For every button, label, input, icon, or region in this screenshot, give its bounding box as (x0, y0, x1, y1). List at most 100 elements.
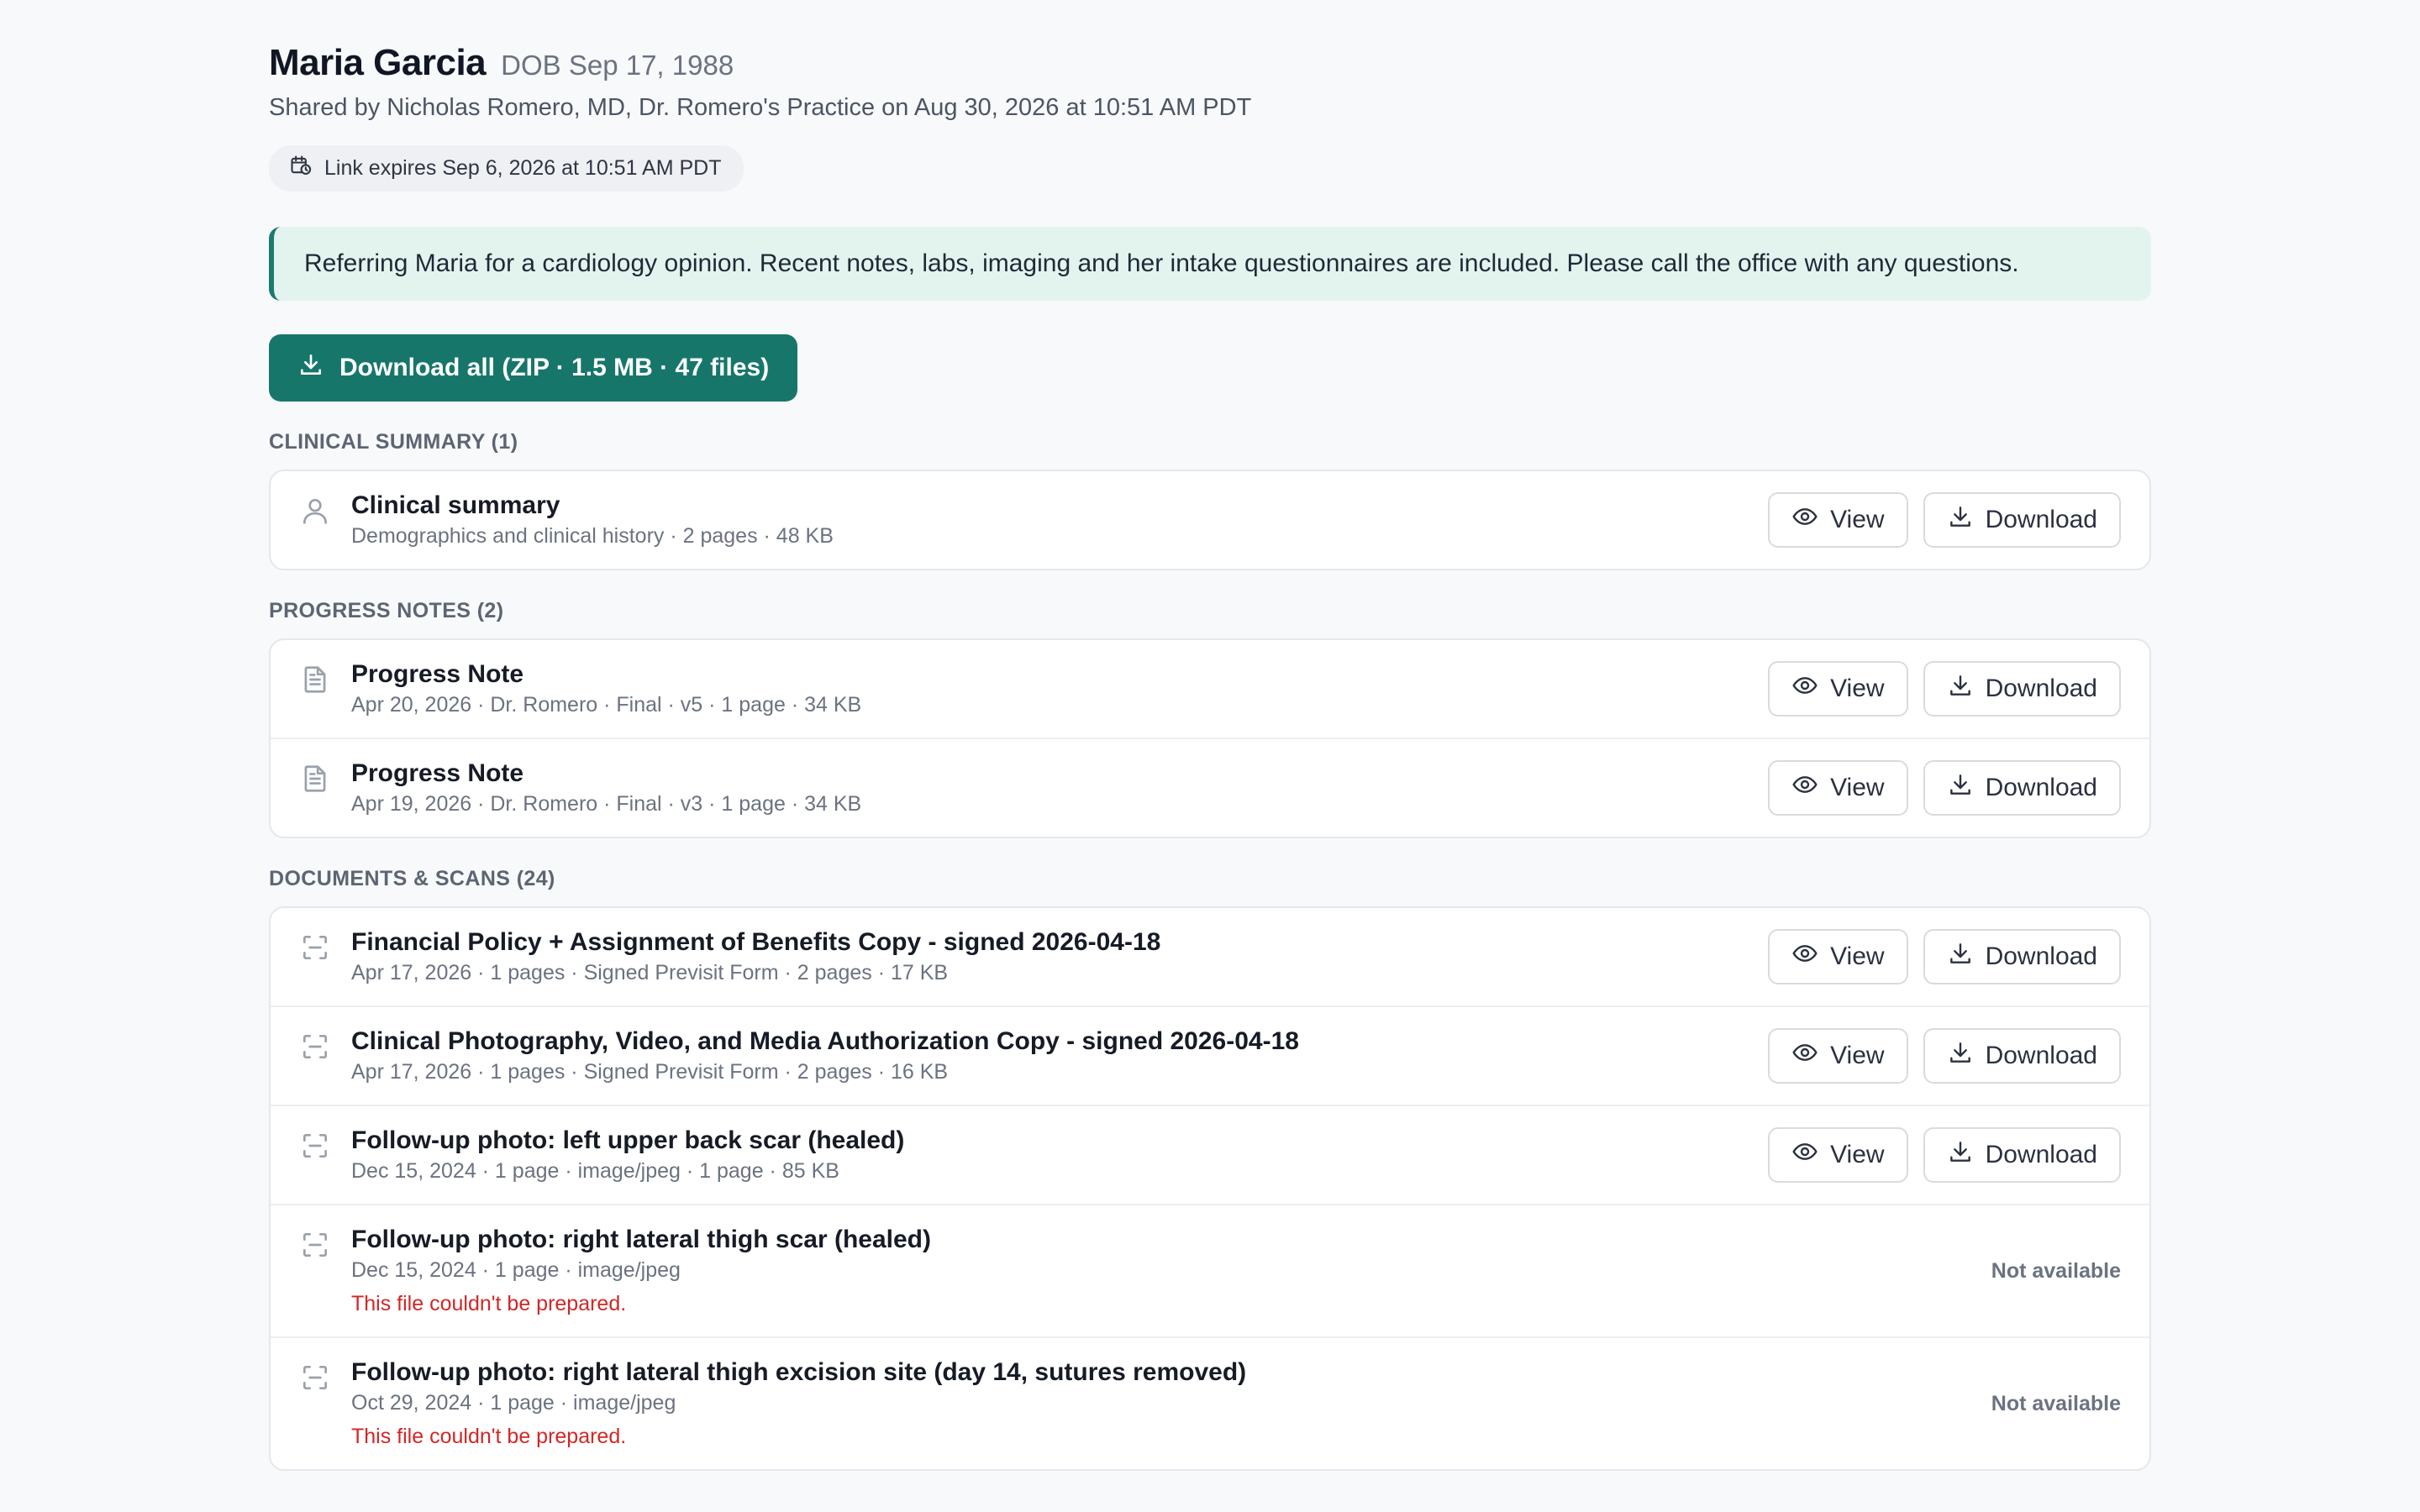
file-row: Financial Policy + Assignment of Benefit… (271, 908, 2149, 1005)
download-button[interactable]: Download (1923, 661, 2121, 717)
file-title: Follow-up photo: right lateral thigh sca… (351, 1226, 931, 1253)
download-all-button[interactable]: Download all (ZIP · 1.5 MB · 47 files) (269, 334, 798, 402)
file-info: Financial Policy + Assignment of Benefit… (351, 927, 1768, 987)
eye-icon (1791, 1138, 1818, 1172)
download-button[interactable]: Download (1923, 929, 2121, 984)
file-actions: View Download (1768, 1127, 2121, 1183)
referral-note: Referring Maria for a cardiology opinion… (269, 227, 2151, 301)
file-title: Clinical Photography, Video, and Media A… (351, 1027, 1299, 1055)
download-icon (1947, 771, 1974, 805)
file-actions: View Download (1768, 929, 2121, 984)
not-available-label: Not available (1991, 1391, 2121, 1415)
file-row: Clinical Photography, Video, and Media A… (271, 1005, 2149, 1105)
patient-dob: DOB Sep 17, 1988 (501, 50, 734, 81)
shared-by-text: Shared by Nicholas Romero, MD, Dr. Romer… (269, 94, 1252, 121)
download-icon (1947, 1138, 1974, 1172)
file-row: Progress Note Apr 20, 2026 · Dr. Romero ·… (271, 640, 2149, 738)
view-button[interactable]: View (1768, 929, 1908, 984)
scan-icon (299, 1362, 331, 1394)
file-title: Progress Note (351, 660, 524, 688)
download-label: Download (1985, 1141, 2097, 1168)
view-button[interactable]: View (1768, 1127, 1908, 1183)
calendar-clock-icon (289, 154, 313, 183)
file-row: Progress Note Apr 19, 2026 · Dr. Romero ·… (271, 738, 2149, 837)
file-title: Follow-up photo: left upper back scar (h… (351, 1126, 905, 1154)
view-label: View (1830, 506, 1885, 533)
link-expiry-badge: Link expires Sep 6, 2026 at 10:51 AM PDT (269, 145, 744, 192)
file-meta: Demographics and clinical history · 2 pa… (351, 524, 834, 548)
file-title: Clinical summary (351, 491, 560, 519)
file-actions: View Download (1768, 1028, 2121, 1084)
file-info: Progress Note Apr 20, 2026 · Dr. Romero ·… (351, 659, 1768, 719)
link-expiry-text: Link expires Sep 6, 2026 at 10:51 AM PDT (324, 156, 722, 180)
download-icon (1947, 672, 1974, 706)
file-actions: View Download (1768, 661, 2121, 717)
file-actions: View Download (1768, 492, 2121, 548)
download-label: Download (1985, 942, 2097, 970)
scan-icon (299, 1130, 331, 1162)
file-info: Progress Note Apr 19, 2026 · Dr. Romero ·… (351, 758, 1768, 818)
view-label: View (1830, 675, 1885, 702)
download-button[interactable]: Download (1923, 1127, 2121, 1183)
download-icon (1947, 940, 1974, 974)
file-meta: Apr 20, 2026 · Dr. Romero · Final · v5 ·… (351, 693, 862, 717)
section-heading: DOCUMENTS & SCANS (24) (269, 867, 555, 890)
download-label: Download (1985, 774, 2097, 801)
download-button[interactable]: Download (1923, 760, 2121, 816)
scan-icon (299, 1229, 331, 1261)
eye-icon (1791, 1039, 1818, 1073)
file-sections: CLINICAL SUMMARY (1) Clinical summary Demo… (269, 430, 2151, 1471)
file-meta: Apr 19, 2026 · Dr. Romero · Final · v3 ·… (351, 792, 862, 816)
file-title: Progress Note (351, 759, 524, 787)
section-heading: CLINICAL SUMMARY (1) (269, 430, 518, 454)
download-icon (1947, 503, 1974, 537)
download-button[interactable]: Download (1923, 492, 2121, 548)
file-list-card: Progress Note Apr 20, 2026 · Dr. Romero ·… (269, 638, 2151, 838)
download-icon (297, 351, 324, 385)
document-icon (299, 664, 331, 696)
download-button[interactable]: Download (1923, 1028, 2121, 1084)
download-label: Download (1985, 675, 2097, 702)
file-info: Follow-up photo: left upper back scar (h… (351, 1125, 1768, 1185)
download-all-label: Download all (ZIP · 1.5 MB · 47 files) (339, 354, 770, 381)
file-info: Follow-up photo: right lateral thigh exc… (351, 1357, 1991, 1451)
eye-icon (1791, 672, 1818, 706)
section-heading: PROGRESS NOTES (2) (269, 599, 504, 622)
file-meta: Oct 29, 2024 · 1 page · image/jpeg (351, 1391, 676, 1415)
view-button[interactable]: View (1768, 760, 1908, 816)
file-list-card: Clinical summary Demographics and clinica… (269, 470, 2151, 570)
view-label: View (1830, 942, 1885, 970)
view-label: View (1830, 774, 1885, 801)
file-row: Follow-up photo: left upper back scar (h… (271, 1105, 2149, 1204)
scan-icon (299, 932, 331, 963)
patient-header: Maria Garcia DOB Sep 17, 1988 (269, 42, 2151, 84)
file-row: Follow-up photo: right lateral thigh sca… (271, 1204, 2149, 1336)
download-label: Download (1985, 1042, 2097, 1069)
file-meta: Apr 17, 2026 · 1 pages · Signed Previsit… (351, 1060, 949, 1084)
document-icon (299, 763, 331, 795)
file-title: Financial Policy + Assignment of Benefit… (351, 928, 1161, 956)
eye-icon (1791, 940, 1818, 974)
file-info: Clinical summary Demographics and clinica… (351, 490, 1768, 550)
view-button[interactable]: View (1768, 1028, 1908, 1084)
file-info: Clinical Photography, Video, and Media A… (351, 1026, 1768, 1086)
file-list-card: Financial Policy + Assignment of Benefit… (269, 906, 2151, 1471)
eye-icon (1791, 771, 1818, 805)
file-meta: Dec 15, 2024 · 1 page · image/jpeg (351, 1258, 681, 1282)
file-row: Follow-up photo: right lateral thigh exc… (271, 1336, 2149, 1469)
download-icon (1947, 1039, 1974, 1073)
not-available-label: Not available (1991, 1258, 2121, 1283)
download-label: Download (1985, 506, 2097, 533)
file-meta: Dec 15, 2024 · 1 page · image/jpeg · 1 p… (351, 1159, 839, 1183)
eye-icon (1791, 503, 1818, 537)
view-label: View (1830, 1042, 1885, 1069)
view-button[interactable]: View (1768, 661, 1908, 717)
file-actions: View Download (1768, 760, 2121, 816)
scan-icon (299, 1031, 331, 1063)
file-title: Follow-up photo: right lateral thigh exc… (351, 1358, 1247, 1386)
view-button[interactable]: View (1768, 492, 1908, 548)
file-error-message: This file couldn't be prepared. (351, 1425, 627, 1448)
file-error-message: This file couldn't be prepared. (351, 1292, 627, 1315)
patient-name: Maria Garcia (269, 42, 487, 83)
file-row: Clinical summary Demographics and clinica… (271, 471, 2149, 569)
